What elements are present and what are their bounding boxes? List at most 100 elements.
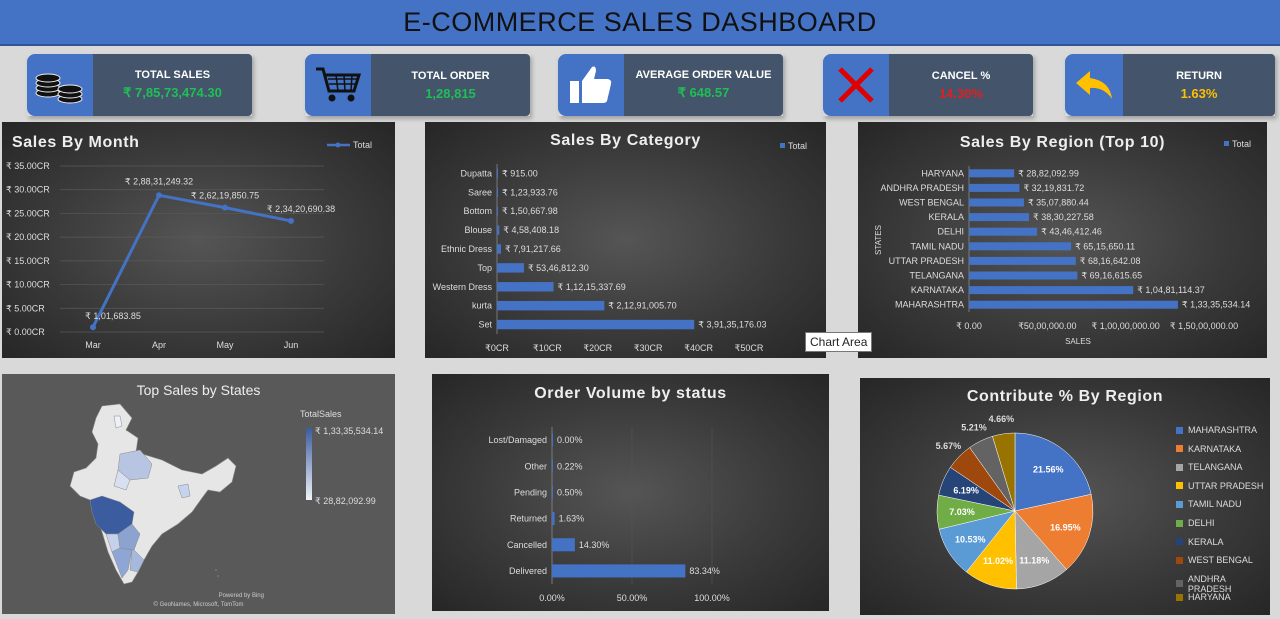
category-label: Bottom bbox=[463, 206, 492, 216]
bar bbox=[497, 300, 605, 311]
data-label: ₹ 1,12,15,337.69 bbox=[558, 282, 626, 292]
bar bbox=[969, 271, 1078, 280]
category-label: Western Dress bbox=[433, 282, 493, 292]
order-volume-chart: 0.00% 50.00% 100.00% Lost/Damaged 0.00% Other… bbox=[488, 427, 730, 603]
dashboard-title: E-COMMERCE SALES DASHBOARD bbox=[0, 0, 1280, 46]
kpi-cancel-percent[interactable]: CANCEL % 14.30% bbox=[823, 54, 1033, 116]
bar bbox=[969, 227, 1038, 236]
legend-swatch bbox=[1176, 519, 1183, 527]
sales-by-category-chart: ₹0CR ₹10CR ₹20CR ₹30CR ₹40CR ₹50CR Dupatta ₹ 91… bbox=[433, 141, 807, 353]
category-label: KARNATAKA bbox=[911, 285, 964, 295]
y-tick-label: ₹ 30.00CR bbox=[6, 185, 50, 195]
data-label: 14.30% bbox=[579, 540, 610, 550]
bar bbox=[969, 169, 1015, 178]
data-label: ₹ 2,88,31,249.32 bbox=[125, 176, 193, 186]
x-tick-label: Mar bbox=[85, 340, 101, 350]
data-label: 0.00% bbox=[557, 435, 583, 445]
bar bbox=[969, 198, 1024, 207]
data-point bbox=[222, 204, 228, 211]
data-label: ₹ 7,91,217.66 bbox=[505, 244, 561, 254]
sales-by-region-panel[interactable]: Sales By Region (Top 10) ₹ 0.00 ₹50,00,00… bbox=[858, 122, 1267, 358]
legend-item[interactable]: UTTAR PRADESH bbox=[1176, 481, 1263, 491]
legend-item[interactable]: TELANGANA bbox=[1176, 462, 1243, 472]
data-label: ₹ 1,50,667.98 bbox=[502, 206, 558, 216]
data-label: ₹ 38,30,227.58 bbox=[1033, 212, 1094, 222]
sales-by-category-panel[interactable]: Sales By Category ₹0CR ₹10CR ₹20CR ₹30CR ₹40… bbox=[425, 122, 826, 358]
contribution-panel[interactable]: Contribute % By Region 21.56% 16.95% 11.18… bbox=[860, 378, 1270, 615]
legend-swatch bbox=[1176, 556, 1183, 564]
data-label: ₹ 68,16,642.08 bbox=[1080, 256, 1141, 266]
legend-item[interactable]: DELHI bbox=[1176, 518, 1215, 528]
sales-by-month-chart: ₹ 0.00CR ₹ 5.00CR ₹ 10.00CR ₹ 15.00CR ₹ 20.0… bbox=[6, 140, 372, 350]
legend-label: ANDHRA PRADESH bbox=[1187, 573, 1232, 594]
sales-by-month-panel[interactable]: Sales By Month ₹ 0.00CR ₹ 5.00CR ₹ 10.00CR… bbox=[2, 122, 395, 358]
legend-item[interactable]: TAMIL NADU bbox=[1176, 499, 1242, 509]
y-tick-label: ₹ 5.00CR bbox=[6, 303, 45, 313]
category-label: Pending bbox=[514, 487, 547, 497]
legend-item[interactable]: HARYANA bbox=[1176, 592, 1231, 602]
legend-item[interactable]: KARNATAKA bbox=[1176, 444, 1241, 454]
bar bbox=[552, 512, 555, 526]
data-label: ₹ 65,15,650.11 bbox=[1075, 241, 1135, 251]
kpi-average-order-value[interactable]: AVERAGE ORDER VALUE ₹ 648.57 bbox=[558, 54, 783, 116]
slice-label: 5.21% bbox=[961, 423, 987, 433]
x-tick-label: Apr bbox=[152, 340, 166, 350]
bar bbox=[552, 538, 575, 552]
kpi-total-order[interactable]: TOTAL ORDER 1,28,815 bbox=[305, 54, 530, 116]
category-label: DELHI bbox=[937, 227, 964, 237]
data-label: ₹ 2,62,19,850.75 bbox=[191, 191, 259, 201]
legend-item[interactable]: ANDHRA PRADESH bbox=[1176, 574, 1270, 594]
bar bbox=[552, 433, 553, 447]
bar bbox=[497, 282, 554, 292]
category-label: Lost/Damaged bbox=[488, 435, 547, 445]
legend-marker bbox=[335, 142, 341, 148]
legend-swatch bbox=[1176, 463, 1183, 471]
category-label: kurta bbox=[472, 301, 492, 311]
slice-label: 16.95% bbox=[1050, 523, 1081, 533]
map-legend-min: ₹ 28,82,092.99 bbox=[315, 496, 376, 506]
category-label: Returned bbox=[510, 514, 547, 524]
legend-item[interactable]: MAHARASHTRA bbox=[1176, 425, 1257, 435]
legend-swatch bbox=[1224, 141, 1229, 146]
map-credit-bing: Powered by Bing bbox=[218, 593, 264, 599]
category-label: Set bbox=[478, 320, 492, 330]
category-label: UTTAR PRADESH bbox=[889, 256, 964, 266]
legend-swatch bbox=[780, 143, 785, 148]
bar bbox=[969, 256, 1076, 265]
category-label: TAMIL NADU bbox=[910, 241, 964, 251]
kpi-value: ₹ 648.57 bbox=[677, 85, 730, 100]
legend-swatch bbox=[1176, 580, 1183, 588]
kpi-total-sales[interactable]: TOTAL SALES ₹ 7,85,73,474.30 bbox=[27, 54, 252, 116]
legend-item[interactable]: WEST BENGAL bbox=[1176, 555, 1253, 565]
data-label: 0.50% bbox=[557, 487, 583, 497]
data-label: 83.34% bbox=[689, 566, 720, 576]
x-tick-label: ₹ 1,50,00,000.00 bbox=[1170, 321, 1238, 331]
legend-item[interactable]: KERALA bbox=[1176, 537, 1224, 547]
data-label: ₹ 43,46,412.46 bbox=[1041, 227, 1102, 237]
map-credit-sources: © GeoNames, Microsoft, TomTom bbox=[153, 602, 244, 608]
legend-swatch bbox=[1176, 426, 1183, 434]
legend-label: KARNATAKA bbox=[1188, 443, 1242, 454]
category-label: Other bbox=[524, 461, 547, 471]
bar bbox=[497, 244, 501, 254]
legend-swatch bbox=[1176, 500, 1183, 508]
order-volume-panel[interactable]: Order Volume by status 0.00% 50.00% 100.00… bbox=[432, 374, 829, 611]
y-axis-label: STATES bbox=[874, 225, 883, 255]
category-label: KERALA bbox=[928, 212, 964, 222]
data-label: 0.22% bbox=[557, 461, 583, 471]
slice-label: 7.03% bbox=[949, 507, 975, 517]
x-tick-label: 100.00% bbox=[694, 593, 730, 603]
category-label: ANDHRA PRADESH bbox=[880, 183, 964, 193]
legend-label: Total bbox=[788, 141, 807, 151]
legend-label: TELANGANA bbox=[1188, 462, 1243, 473]
slice-label: 4.66% bbox=[989, 414, 1015, 424]
category-label: Top bbox=[477, 263, 492, 273]
x-tick-label: ₹10CR bbox=[533, 343, 562, 353]
top-sales-by-states-panel[interactable]: Top Sales by States TotalSales ₹ 1,33,35… bbox=[2, 374, 395, 614]
legend-label: KERALA bbox=[1188, 536, 1224, 547]
kpi-return[interactable]: RETURN 1.63% bbox=[1065, 54, 1275, 116]
kpi-value: 1.63% bbox=[1180, 85, 1218, 101]
data-label: ₹ 4,58,408.18 bbox=[503, 225, 559, 235]
data-label: ₹ 35,07,880.44 bbox=[1028, 198, 1089, 208]
y-tick-label: ₹ 10.00CR bbox=[6, 280, 50, 290]
